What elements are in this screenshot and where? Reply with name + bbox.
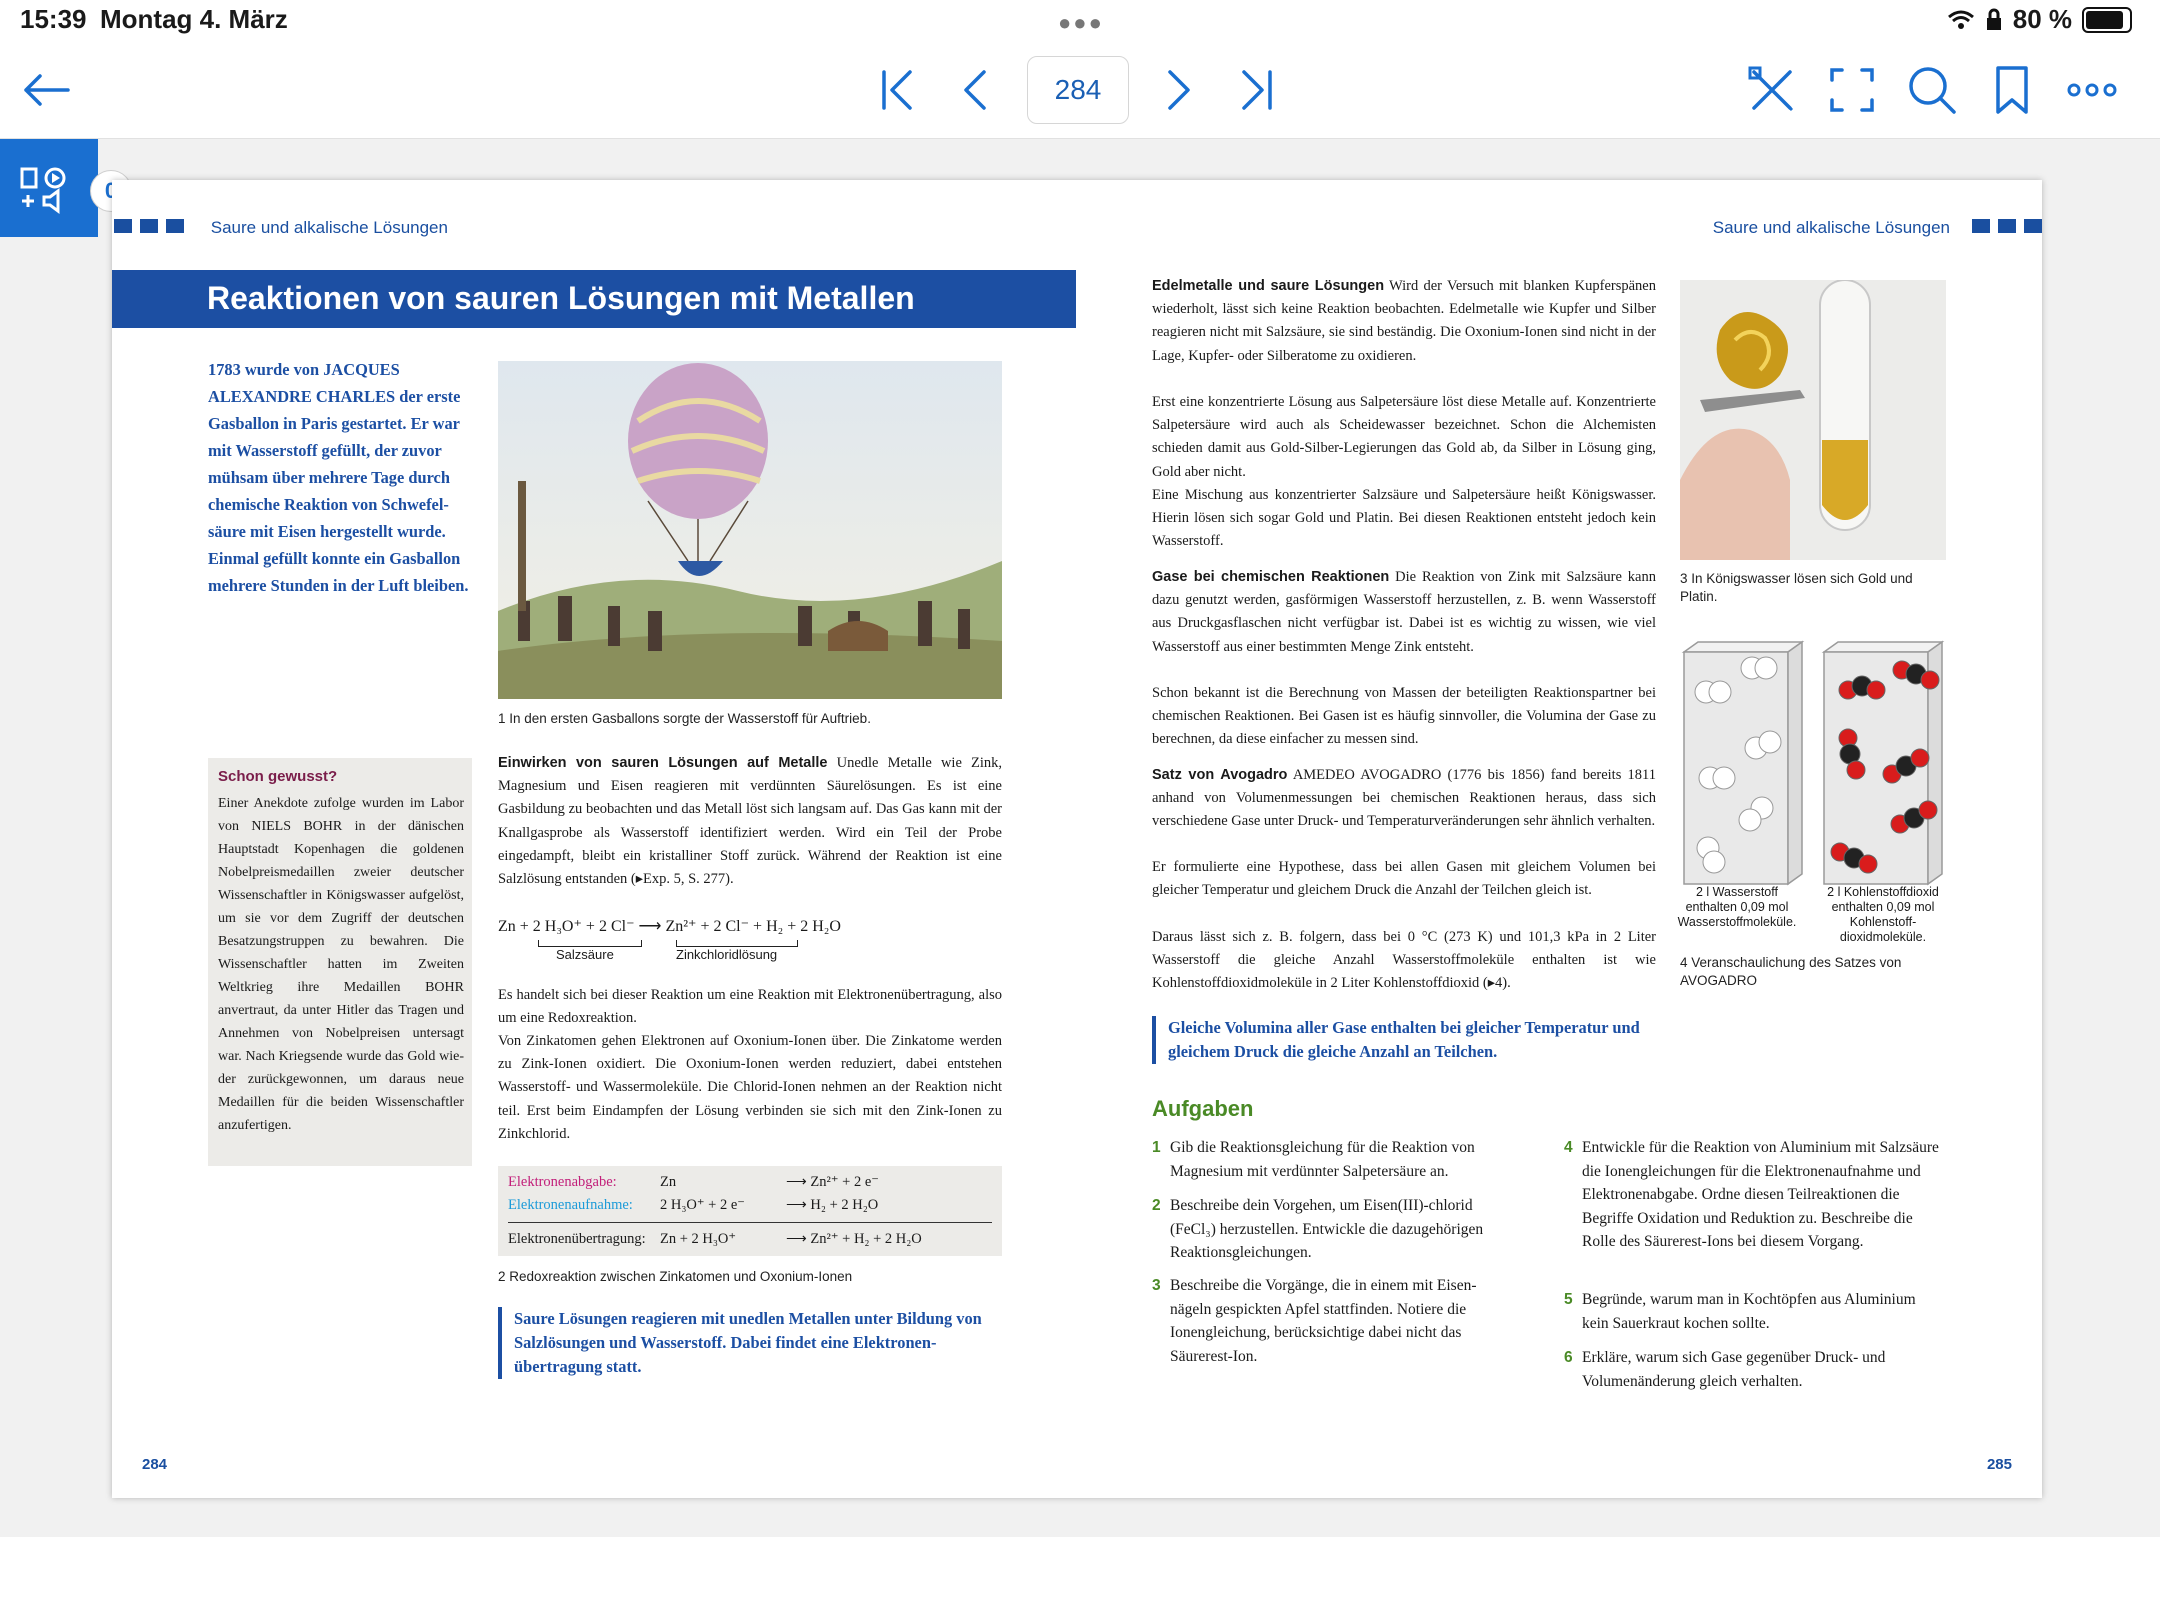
- page-title: Reaktionen von sauren Lösungen mit Metal…: [207, 280, 915, 316]
- bookmark-icon[interactable]: [1984, 62, 2040, 118]
- section4-text3: Daraus lässt sich z. B. folgern, dass be…: [1152, 929, 1656, 992]
- back-arrow-icon[interactable]: [18, 62, 74, 118]
- multitasking-dots-icon[interactable]: ●●●: [1058, 10, 1104, 36]
- figure3-caption: 3 In Königswasser lösen sich Gold und Pl…: [1680, 571, 1913, 604]
- redox-divider: [508, 1222, 992, 1223]
- did-you-know-text: Einer Anekdote zufolge wurden im Labor v…: [218, 796, 464, 1133]
- next-page-icon[interactable]: [1150, 62, 1206, 118]
- lock-rotation-icon: [1986, 8, 2001, 30]
- page-number-input[interactable]: 284: [1027, 56, 1129, 124]
- right-running-head: Saure und alkalische Lösungen: [1713, 218, 2042, 238]
- did-you-know-heading: Schon gewusst?: [218, 768, 338, 785]
- chapter-title-bar: Reaktionen von sauren Lösungen mit Metal…: [112, 270, 1076, 328]
- task-number: 6: [1564, 1349, 1573, 1366]
- right-rule-box: Gleiche Volumina aller Gase enthalten be…: [1152, 1016, 1658, 1064]
- section2-paragraph: Edelmetalle und saure Lösungen Wird der …: [1152, 275, 1656, 368]
- task-text: Beschreibe dein Vorgehen, um Eisen(III)-…: [1170, 1197, 1484, 1261]
- section4-paragraph: Satz von Avogadro AMEDEO AVOGADRO (1776 …: [1152, 764, 1656, 834]
- did-you-know-box: Schon gewusst? Einer Anekdote zufolge wu…: [208, 758, 472, 1166]
- first-page-icon[interactable]: [870, 62, 926, 118]
- clock: 15:39: [20, 4, 87, 34]
- section2-heading: Edelmetalle und saure Lösungen: [1152, 278, 1385, 294]
- task-text: Gib die Reaktionsgleichung für die Reakt…: [1170, 1139, 1475, 1180]
- left-rule-box: Saure Lösungen reagieren mit unedlen Met…: [498, 1307, 994, 1379]
- left-page-number: 284: [142, 1456, 168, 1473]
- date: Montag 4. März: [100, 4, 288, 34]
- figure1-caption: 1 In den ersten Gasballons sorgte der Wa…: [498, 711, 871, 726]
- battery-percent: 80 %: [2012, 4, 2072, 34]
- section4-text2: Er formulierte eine Hypothese, dass bei …: [1152, 859, 1656, 899]
- section2-text2: Erst eine konzentrierte Lösung aus Salpe…: [1152, 394, 1656, 480]
- figure4-label-co2: 2 l Kohlenstoffdioxid enthalten 0,09 mol…: [1827, 885, 1939, 944]
- media-panel-button[interactable]: [0, 139, 98, 237]
- tools-icon[interactable]: [1744, 62, 1800, 118]
- brace-salzsaeure: [538, 940, 642, 947]
- section3-paragraph: Gase bei chemischen Reaktionen Die Reakt…: [1152, 566, 1656, 659]
- prev-page-icon[interactable]: [948, 62, 1004, 118]
- section1-paragraph: Einwirken von sauren Lösungen auf Metall…: [498, 752, 1002, 891]
- task-text: Begründe, warum man in Kochtöpfen aus Al…: [1582, 1291, 1916, 1332]
- balloon-illustration: [498, 361, 1002, 699]
- reader-toolbar: 284: [0, 40, 2160, 139]
- redox-row2-label: Elektronenaufnahme:: [508, 1197, 633, 1213]
- avogadro-gas-boxes: [1680, 638, 1952, 888]
- left-running-head-text: Saure und alkalische Lösungen: [210, 218, 448, 237]
- task-text: Beschreibe die Vorgänge, die in einem mi…: [1170, 1277, 1477, 1365]
- wifi-icon: [1947, 10, 1974, 29]
- task-number: 3: [1152, 1277, 1161, 1294]
- redox-row1-left: Zn: [660, 1174, 677, 1190]
- tasks-heading: Aufgaben: [1152, 1096, 1254, 1121]
- redox-row3-right: ⟶ Zn²⁺ + H₂ + 2 H₂O: [786, 1231, 922, 1247]
- right-page-number: 285: [1986, 1456, 2012, 1473]
- figure4-caption: 4 Veranschaulichung des Satzes von AVOGA…: [1680, 955, 1902, 988]
- task-number: 5: [1564, 1291, 1573, 1308]
- section2-text3: Eine Mischung aus konzentrierter Salzsäu…: [1152, 487, 1656, 550]
- section1-text3: Von Zinkatomen gehen Elektronen auf Oxon…: [498, 1033, 1002, 1142]
- task-number: 4: [1564, 1139, 1573, 1156]
- task-number: 1: [1152, 1139, 1161, 1156]
- redox-table: Elektronenabgabe: Zn ⟶ Zn²⁺ + 2 e⁻ Elekt…: [498, 1166, 1002, 1256]
- section3-text2: Schon bekannt ist die Berechnung von Mas…: [1152, 685, 1656, 748]
- equation-text: Zn + 2 H₃O⁺ + 2 Cl⁻ ⟶ Zn²⁺ + 2 Cl⁻ + H₂ …: [498, 918, 841, 935]
- redox-row1-right: ⟶ Zn²⁺ + 2 e⁻: [786, 1174, 879, 1190]
- reaction-equation: Zn + 2 H₃O⁺ + 2 Cl⁻ ⟶ Zn²⁺ + 2 Cl⁻ + H₂ …: [498, 916, 1008, 970]
- brace-zinkchlorid: [676, 940, 798, 947]
- redox-row1-label: Elektronenabgabe:: [508, 1174, 617, 1190]
- redox-row3-left: Zn + 2 H₃O⁺: [660, 1231, 737, 1247]
- more-icon[interactable]: [2064, 62, 2120, 118]
- intro-text: 1783 wurde von JACQUES ALEXANDRE CHARLES…: [208, 360, 469, 595]
- left-running-head: Saure und alkalische Lösungen: [112, 218, 448, 238]
- search-icon[interactable]: [1904, 62, 1960, 118]
- section4-heading: Satz von Avogadro: [1152, 767, 1288, 783]
- task-text: Erkläre, warum sich Gase gegenüber Druck…: [1582, 1349, 1886, 1390]
- last-page-icon[interactable]: [1228, 62, 1284, 118]
- equation-label-zinkchlorid: Zinkchloridlösung: [676, 947, 778, 962]
- redox-row2-left: 2 H₃O⁺ + 2 e⁻: [660, 1197, 745, 1213]
- figure2-caption: 2 Redoxreaktion zwischen Zinkatomen und …: [498, 1269, 853, 1284]
- status-bar: 15:39 Montag 4. März ●●● 80 %: [0, 0, 2160, 40]
- equation-label-salzsaeure: Salzsäure: [556, 947, 614, 962]
- redox-row3-label: Elektronenübertragung:: [508, 1231, 646, 1247]
- section1-text: Unedle Metalle wie Zink, Magnesium und E…: [498, 755, 1002, 888]
- right-running-head-text: Saure und alkalische Lösungen: [1712, 218, 1950, 237]
- fullscreen-icon[interactable]: [1824, 62, 1880, 118]
- gold-in-aqua-regia-photo: [1680, 279, 1946, 560]
- section1-text2: Es handelt sich bei dieser Reaktion um e…: [498, 987, 1002, 1027]
- battery-icon: [2082, 6, 2132, 33]
- media-icon: [20, 167, 66, 214]
- task-text: Entwickle für die Reaktion von Aluminium…: [1582, 1139, 1939, 1250]
- book-spread: Saure und alkalische Lösungen Reaktionen…: [112, 180, 2042, 1498]
- figure4-label-hydrogen: 2 l Wasserstoff enthalten 0,09 mol Wasse…: [1677, 885, 1797, 929]
- redox-row2-right: ⟶ H₂ + 2 H₂O: [786, 1197, 879, 1213]
- status-right: 80 %: [1947, 4, 2132, 35]
- section3-heading: Gase bei chemischen Reaktionen: [1152, 569, 1390, 585]
- section1-heading: Einwirken von sauren Lösungen auf Metall…: [498, 755, 828, 771]
- task-number: 2: [1152, 1197, 1161, 1214]
